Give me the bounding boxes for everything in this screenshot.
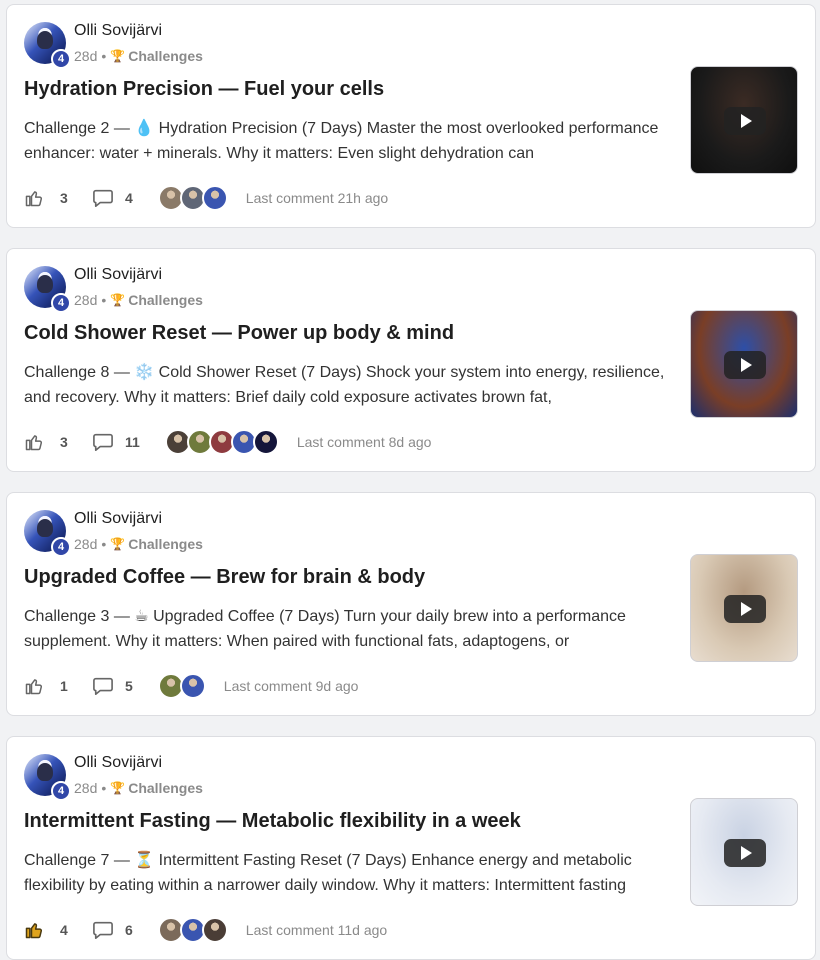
- author-name[interactable]: Olli Sovijärvi: [74, 754, 162, 772]
- last-comment-time: Last comment 21h ago: [245, 190, 389, 206]
- comment-icon[interactable]: [92, 920, 114, 940]
- comment-count: 4: [125, 190, 133, 206]
- last-comment-time: Last comment 11d ago: [245, 922, 388, 938]
- commenter-avatars[interactable]: [157, 917, 228, 943]
- level-badge: 4: [51, 537, 71, 557]
- post-title[interactable]: Intermittent Fasting — Metabolic flexibi…: [24, 810, 521, 833]
- post-card[interactable]: 4 Olli Sovijärvi 28d • 🏆 Challenges Hydr…: [6, 4, 816, 228]
- post-footer: 3 11 Last comment 8d ago: [24, 429, 432, 455]
- play-icon[interactable]: [724, 839, 766, 867]
- post-title[interactable]: Upgraded Coffee — Brew for brain & body: [24, 566, 425, 589]
- post-time: 28d: [74, 780, 98, 796]
- trophy-icon: 🏆: [110, 49, 126, 63]
- video-thumbnail[interactable]: [690, 798, 798, 906]
- commenter-avatars[interactable]: [157, 673, 206, 699]
- video-thumbnail[interactable]: [690, 310, 798, 418]
- author-name[interactable]: Olli Sovijärvi: [74, 22, 162, 40]
- post-excerpt[interactable]: Challenge 7 — ⏳ Intermittent Fasting Res…: [24, 848, 672, 898]
- author-name[interactable]: Olli Sovijärvi: [74, 266, 162, 284]
- commenter-avatar[interactable]: [201, 185, 228, 211]
- level-badge: 4: [51, 293, 71, 313]
- author-avatar-wrap[interactable]: 4: [24, 22, 71, 69]
- play-icon[interactable]: [724, 351, 766, 379]
- like-count: 4: [60, 922, 68, 938]
- meta-separator: •: [101, 48, 107, 64]
- video-thumbnail[interactable]: [690, 66, 798, 174]
- commenter-avatar[interactable]: [252, 429, 279, 455]
- category-link[interactable]: Challenges: [128, 780, 203, 796]
- author-name[interactable]: Olli Sovijärvi: [74, 510, 162, 528]
- post-time: 28d: [74, 536, 98, 552]
- post-meta: 28d • 🏆 Challenges: [74, 292, 203, 308]
- post-time: 28d: [74, 292, 98, 308]
- comment-icon[interactable]: [92, 188, 114, 208]
- meta-separator: •: [101, 536, 107, 552]
- level-badge: 4: [51, 49, 71, 69]
- commenter-avatars[interactable]: [164, 429, 279, 455]
- author-avatar-wrap[interactable]: 4: [24, 266, 71, 313]
- post-title[interactable]: Cold Shower Reset — Power up body & mind: [24, 322, 454, 345]
- comment-icon[interactable]: [92, 432, 114, 452]
- comment-icon[interactable]: [92, 676, 114, 696]
- author-avatar-wrap[interactable]: 4: [24, 754, 71, 801]
- last-comment-time: Last comment 9d ago: [223, 678, 359, 694]
- post-footer: 1 5 Last comment 9d ago: [24, 673, 359, 699]
- post-time: 28d: [74, 48, 98, 64]
- video-thumbnail[interactable]: [690, 554, 798, 662]
- thumbs-up-icon[interactable]: [24, 432, 44, 452]
- commenter-avatar[interactable]: [201, 917, 228, 943]
- trophy-icon: 🏆: [110, 781, 126, 795]
- post-card[interactable]: 4 Olli Sovijärvi 28d • 🏆 Challenges Upgr…: [6, 492, 816, 716]
- comment-count: 5: [125, 678, 133, 694]
- category-link[interactable]: Challenges: [128, 48, 203, 64]
- meta-separator: •: [101, 292, 107, 308]
- trophy-icon: 🏆: [110, 537, 126, 551]
- post-meta: 28d • 🏆 Challenges: [74, 48, 203, 64]
- comment-count: 11: [125, 434, 140, 450]
- trophy-icon: 🏆: [110, 293, 126, 307]
- post-card[interactable]: 4 Olli Sovijärvi 28d • 🏆 Challenges Inte…: [6, 736, 816, 960]
- post-meta: 28d • 🏆 Challenges: [74, 780, 203, 796]
- thumbs-up-icon[interactable]: [24, 188, 44, 208]
- play-icon[interactable]: [724, 107, 766, 135]
- level-badge: 4: [51, 781, 71, 801]
- thumbs-up-icon[interactable]: [24, 676, 44, 696]
- post-excerpt[interactable]: Challenge 8 — ❄️ Cold Shower Reset (7 Da…: [24, 360, 672, 410]
- post-title[interactable]: Hydration Precision — Fuel your cells: [24, 78, 384, 101]
- category-link[interactable]: Challenges: [128, 536, 203, 552]
- like-count: 1: [60, 678, 68, 694]
- post-card[interactable]: 4 Olli Sovijärvi 28d • 🏆 Challenges Cold…: [6, 248, 816, 472]
- post-excerpt[interactable]: Challenge 3 — ☕ Upgraded Coffee (7 Days)…: [24, 604, 672, 654]
- last-comment-time: Last comment 8d ago: [296, 434, 432, 450]
- post-footer: 4 6 Last comment 11d ago: [24, 917, 388, 943]
- commenter-avatar[interactable]: [179, 673, 206, 699]
- meta-separator: •: [101, 780, 107, 796]
- author-avatar-wrap[interactable]: 4: [24, 510, 71, 557]
- like-count: 3: [60, 434, 68, 450]
- comment-count: 6: [125, 922, 133, 938]
- post-meta: 28d • 🏆 Challenges: [74, 536, 203, 552]
- commenter-avatars[interactable]: [157, 185, 228, 211]
- thumbs-up-icon[interactable]: [24, 920, 44, 940]
- play-icon[interactable]: [724, 595, 766, 623]
- post-footer: 3 4 Last comment 21h ago: [24, 185, 389, 211]
- category-link[interactable]: Challenges: [128, 292, 203, 308]
- post-excerpt[interactable]: Challenge 2 — 💧 Hydration Precision (7 D…: [24, 116, 672, 166]
- post-feed: 4 Olli Sovijärvi 28d • 🏆 Challenges Hydr…: [0, 0, 820, 960]
- like-count: 3: [60, 190, 68, 206]
